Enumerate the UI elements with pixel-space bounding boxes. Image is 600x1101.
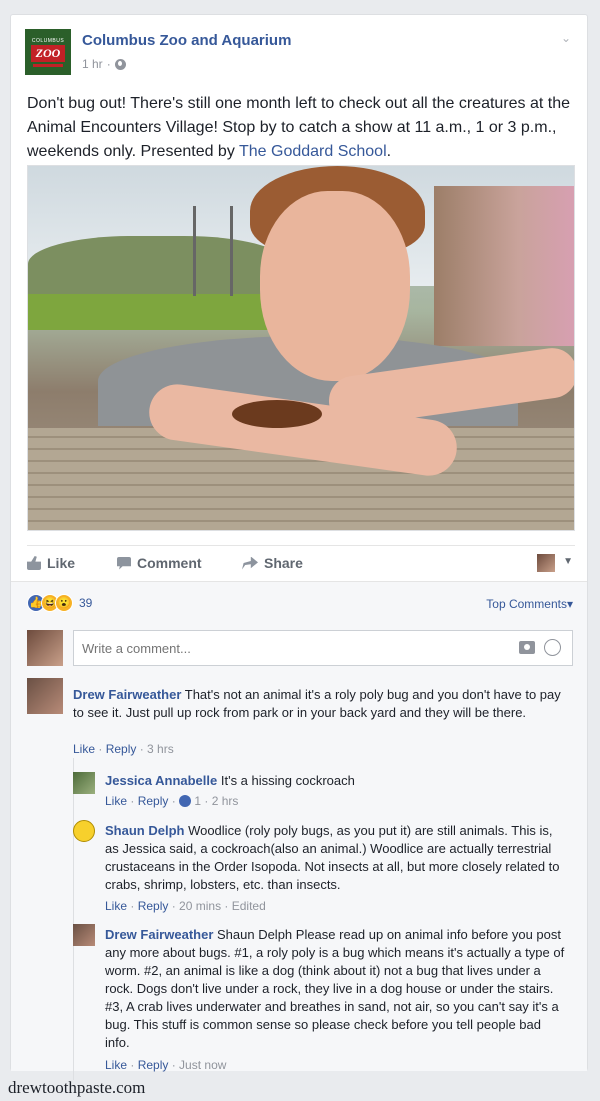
reply-meta: Like · Reply · Just now xyxy=(105,1058,227,1072)
top-comments-label: Top Comments xyxy=(486,597,567,611)
post-header: COLUMBUS ZOO Columbus Zoo and Aquarium 1… xyxy=(25,29,573,79)
photo-crowd xyxy=(434,186,574,346)
photo-cockroach xyxy=(232,400,322,428)
reply-author[interactable]: Drew Fairweather xyxy=(105,927,213,942)
comment-label: Comment xyxy=(137,555,202,571)
viewer-avatar[interactable] xyxy=(537,554,555,572)
post-card: COLUMBUS ZOO Columbus Zoo and Aquarium 1… xyxy=(10,14,588,1080)
reaction-count: 39 xyxy=(79,596,93,610)
reply-time[interactable]: 2 hrs xyxy=(212,794,239,808)
commenter-avatar[interactable] xyxy=(27,678,63,714)
top-comments-sort[interactable]: Top Comments▾ xyxy=(486,597,573,611)
page-name-link[interactable]: Columbus Zoo and Aquarium xyxy=(82,32,291,49)
camera-icon[interactable] xyxy=(519,641,535,654)
wow-reaction-icon: 😮 xyxy=(55,594,73,612)
reply-item: Jessica Annabelle It's a hissing cockroa… xyxy=(73,772,573,816)
emoji-icon[interactable] xyxy=(544,639,561,656)
post-meta: 1 hr · xyxy=(82,57,126,71)
photo-grass xyxy=(28,294,288,330)
sort-caret-icon: ▾ xyxy=(566,597,573,611)
comment-body: Drew Fairweather That's not an animal it… xyxy=(73,686,573,722)
mention-link[interactable]: The Goddard School xyxy=(239,143,387,160)
watermark: drewtoothpaste.com xyxy=(8,1078,146,1097)
reply-time[interactable]: Just now xyxy=(179,1058,226,1072)
share-label: Share xyxy=(264,555,303,571)
my-avatar xyxy=(27,630,63,666)
post-text-part2: . xyxy=(386,143,392,160)
share-icon xyxy=(242,556,258,570)
page-logo[interactable]: COLUMBUS ZOO xyxy=(25,29,71,75)
comment-input[interactable] xyxy=(73,630,573,666)
photo-face xyxy=(260,191,410,381)
thumbs-up-icon xyxy=(27,556,41,570)
comment-icon xyxy=(117,556,131,570)
reply-item: Drew Fairweather Shaun Delph Please read… xyxy=(73,924,573,1074)
reply-body: Shaun Delph Woodlice (roly poly bugs, as… xyxy=(105,822,565,894)
reactions-summary[interactable]: 👍 😆 😮 39 xyxy=(27,594,92,612)
action-bar: Like Comment Share ▼ xyxy=(27,545,575,581)
reply-time[interactable]: 20 mins xyxy=(179,899,221,913)
reply-text: It's a hissing cockroach xyxy=(217,773,355,788)
reply-body: Drew Fairweather Shaun Delph Please read… xyxy=(105,926,565,1052)
reply-meta: Like · Reply · 20 mins · Edited xyxy=(105,899,266,913)
comment-reply-link[interactable]: Reply xyxy=(106,742,137,756)
replier-avatar[interactable] xyxy=(73,772,95,794)
like-label: Like xyxy=(47,555,76,571)
comment-time[interactable]: 3 hrs xyxy=(147,742,174,756)
comment-author[interactable]: Drew Fairweather xyxy=(73,687,181,702)
comment-composer xyxy=(27,630,573,666)
logo-top-text: COLUMBUS xyxy=(31,37,65,44)
like-button[interactable]: Like xyxy=(27,555,75,571)
reply-body: Jessica Annabelle It's a hissing cockroa… xyxy=(105,772,565,790)
post-text: Don't bug out! There's still one month l… xyxy=(27,92,575,164)
comment-meta: Like · Reply · 3 hrs xyxy=(73,742,174,756)
reply-like-count[interactable]: 1 xyxy=(194,794,201,808)
share-button[interactable]: Share xyxy=(242,555,303,571)
reply-like-link[interactable]: Like xyxy=(105,899,127,913)
logo-main-text: ZOO xyxy=(30,44,66,62)
logo-underline xyxy=(33,63,63,67)
like-count-icon xyxy=(179,795,192,807)
reply-meta: Like · Reply · 1 · 2 hrs xyxy=(105,794,239,808)
reply-like-link[interactable]: Like xyxy=(105,794,127,808)
reply-item: Shaun Delph Woodlice (roly poly bugs, as… xyxy=(73,820,573,920)
reply-author[interactable]: Shaun Delph xyxy=(105,823,184,838)
globe-icon xyxy=(114,58,126,70)
meta-separator: · xyxy=(106,57,111,71)
comment-like-link[interactable]: Like xyxy=(73,742,95,756)
replier-avatar[interactable] xyxy=(73,820,95,842)
caret-down-icon[interactable]: ▼ xyxy=(563,556,573,567)
post-photo[interactable] xyxy=(27,165,575,531)
reply-text: Shaun Delph Please read up on animal inf… xyxy=(105,927,565,1050)
reply-reply-link[interactable]: Reply xyxy=(138,899,169,913)
reply-edited[interactable]: Edited xyxy=(232,899,266,913)
post-time[interactable]: 1 hr xyxy=(82,57,103,71)
photo-ride xyxy=(193,206,233,296)
comments-area: 👍 😆 😮 39 Top Comments▾ Drew Fairweather … xyxy=(11,581,587,1080)
reply-reply-link[interactable]: Reply xyxy=(138,794,169,808)
chevron-down-icon[interactable]: ⌄ xyxy=(561,31,573,45)
replier-avatar[interactable] xyxy=(73,924,95,946)
comment-item: Drew Fairweather That's not an animal it… xyxy=(27,678,575,758)
comment-button[interactable]: Comment xyxy=(117,555,202,571)
reply-like-link[interactable]: Like xyxy=(105,1058,127,1072)
reply-author[interactable]: Jessica Annabelle xyxy=(105,773,217,788)
reply-reply-link[interactable]: Reply xyxy=(138,1058,169,1072)
